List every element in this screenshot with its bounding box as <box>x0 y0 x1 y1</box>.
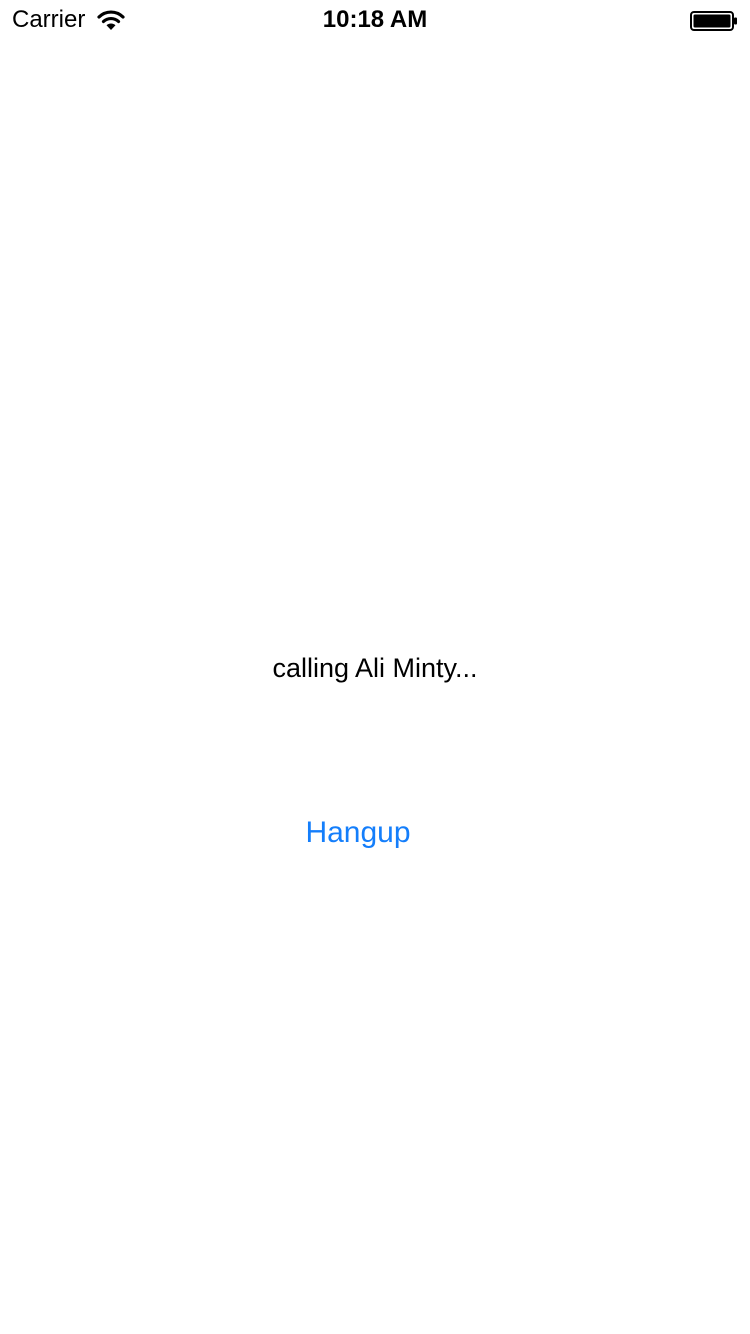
status-time: 10:18 AM <box>322 6 428 33</box>
call-status-label: calling Ali Minty... <box>272 653 478 683</box>
battery-full-icon <box>690 11 738 31</box>
status-bar: Carrier 10:18 AM <box>0 0 750 40</box>
hangup-button[interactable]: Hangup <box>258 805 458 861</box>
